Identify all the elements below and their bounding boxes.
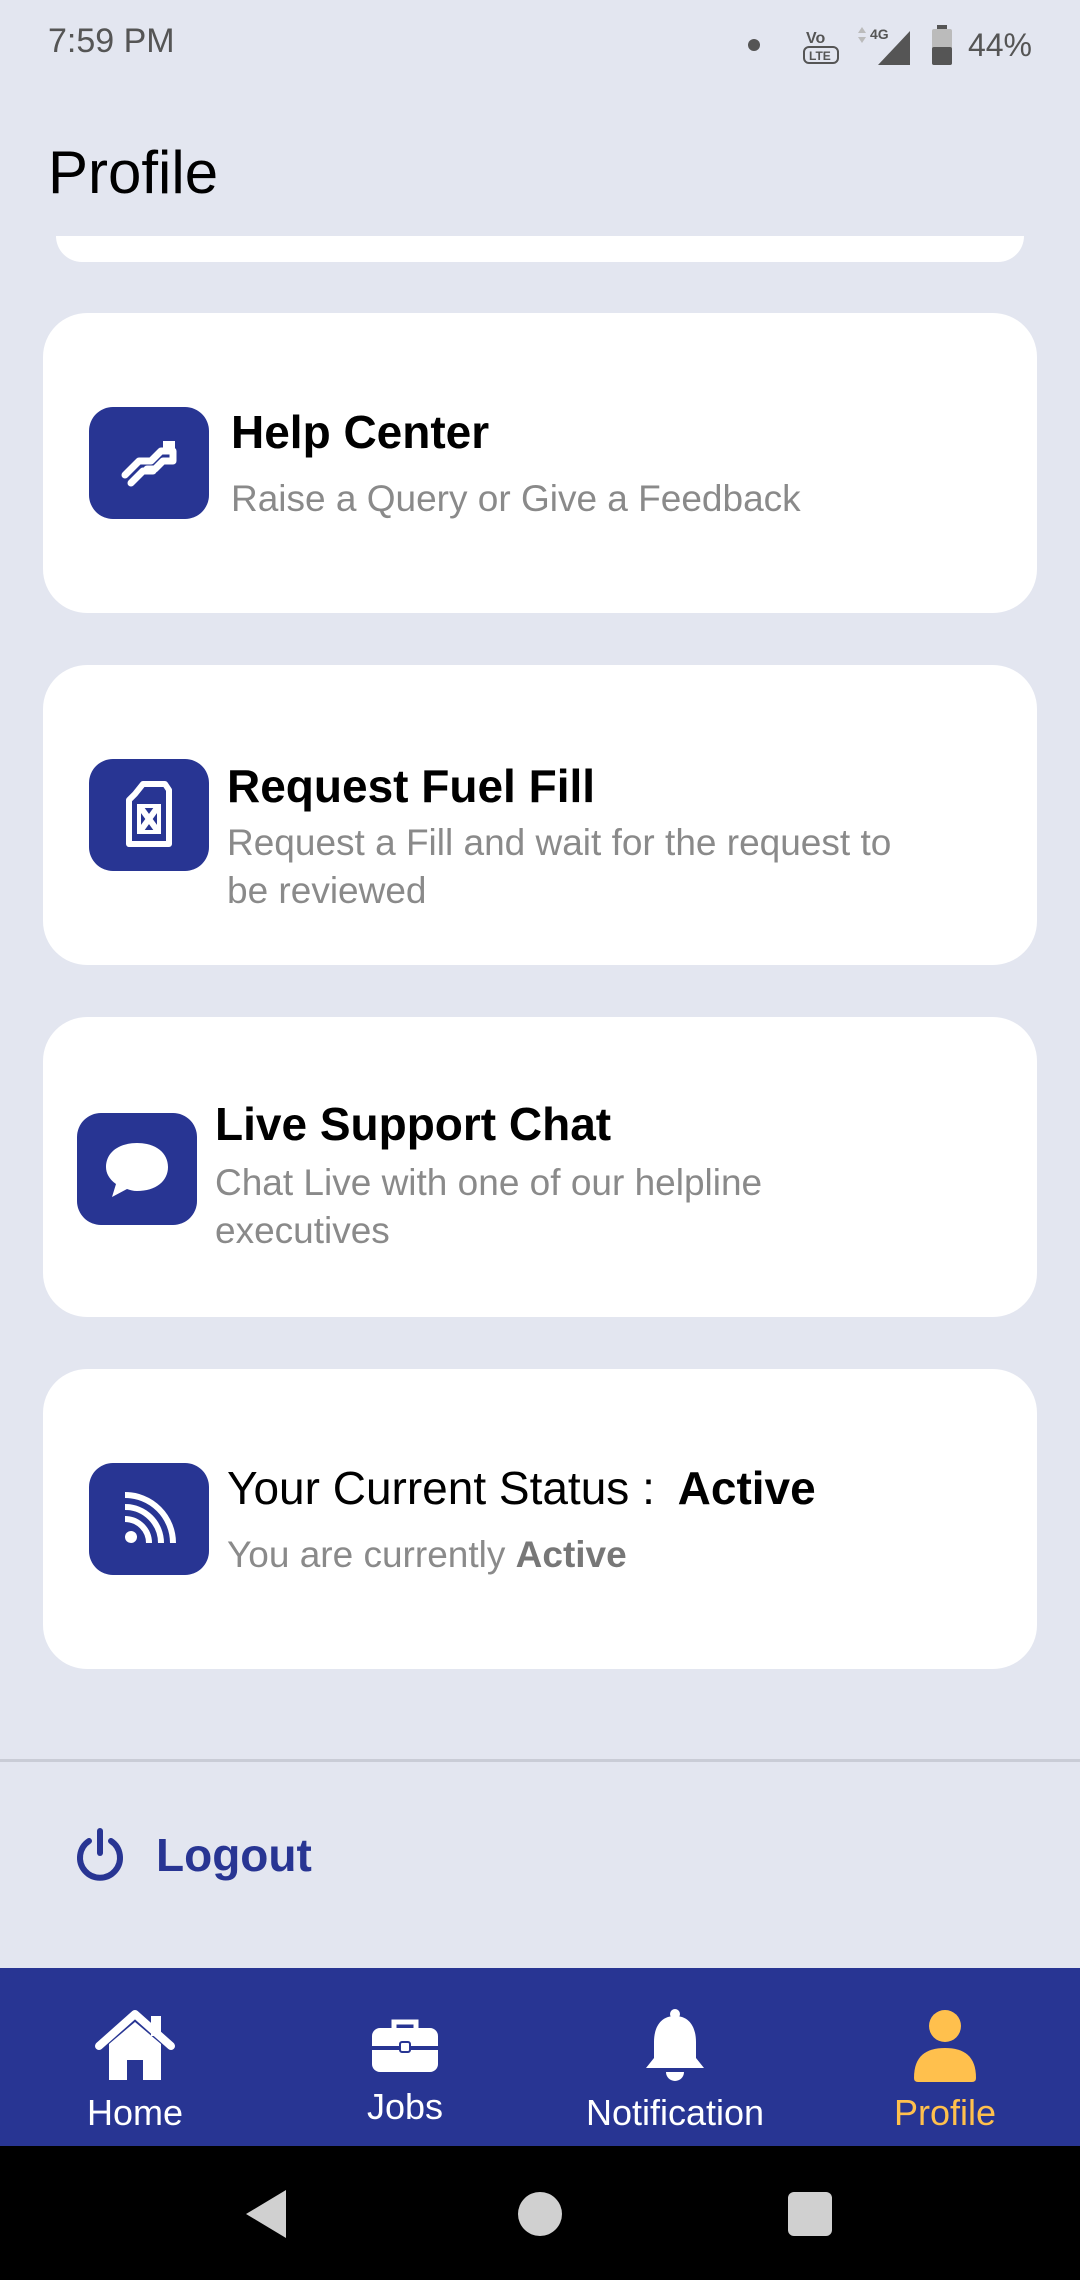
person-icon xyxy=(903,2004,987,2088)
signal-icon: 4G xyxy=(857,26,910,65)
nav-profile-label: Profile xyxy=(893,2092,997,2133)
request-fuel-fill-card[interactable]: Request Fuel Fill Request a Fill and wai… xyxy=(43,665,1037,965)
rss-icon xyxy=(89,1463,209,1575)
divider xyxy=(0,1759,1080,1762)
status-bar: 7:59 PM Vo LTE 4G 44% xyxy=(0,0,1080,90)
live-support-chat-title: Live Support Chat xyxy=(215,1098,612,1150)
current-status-card: Your Current Status : Active You are cur… xyxy=(43,1369,1037,1669)
previous-card-edge xyxy=(56,236,1024,262)
chat-bubble-icon xyxy=(77,1113,197,1225)
battery-percent: 44% xyxy=(967,26,1032,63)
handshake-icon xyxy=(89,407,209,519)
status-time: 7:59 PM xyxy=(48,22,175,60)
status-sub-prefix: You are currently xyxy=(227,1534,506,1575)
nav-notification[interactable]: Notification xyxy=(540,1968,810,2146)
status-title-value: Active xyxy=(677,1462,816,1514)
help-center-card[interactable]: Help Center Raise a Query or Give a Feed… xyxy=(43,313,1037,613)
help-center-title: Help Center xyxy=(231,406,490,458)
nav-jobs[interactable]: Jobs xyxy=(270,1968,540,2146)
notification-dot-icon xyxy=(747,39,760,51)
volte-icon: Vo LTE xyxy=(802,30,839,64)
svg-text:LTE: LTE xyxy=(809,49,831,63)
nav-profile[interactable]: Profile xyxy=(810,1968,1080,2146)
page-title: Profile xyxy=(48,139,219,206)
nav-home-label: Home xyxy=(86,2092,184,2133)
bottom-navigation: Home Jobs Notification Profile xyxy=(0,1968,1080,2146)
home-icon xyxy=(93,2004,177,2088)
live-support-chat-subtitle: Chat Live with one of our helpline execu… xyxy=(215,1162,763,1251)
logout-button[interactable]: Logout xyxy=(72,1820,312,1890)
status-icons: Vo LTE 4G 44% xyxy=(747,20,1032,70)
svg-text:4G: 4G xyxy=(870,26,889,42)
status-sub-value: Active xyxy=(515,1534,627,1575)
nav-home[interactable]: Home xyxy=(0,1968,270,2146)
system-navigation-bar xyxy=(0,2146,1080,2280)
recents-icon[interactable] xyxy=(782,2186,838,2242)
current-status-title: Your Current Status : Active xyxy=(227,1461,816,1515)
help-center-subtitle: Raise a Query or Give a Feedback xyxy=(231,478,801,519)
logout-label: Logout xyxy=(156,1829,312,1881)
request-fuel-fill-title: Request Fuel Fill xyxy=(227,760,596,812)
current-status-subtitle: You are currently Active xyxy=(227,1531,927,1579)
live-support-chat-card[interactable]: Live Support Chat Chat Live with one of … xyxy=(43,1017,1037,1317)
fuel-can-icon xyxy=(89,759,209,871)
status-title-prefix: Your Current Status : xyxy=(227,1462,655,1514)
home-circle-icon[interactable] xyxy=(512,2186,568,2242)
back-icon[interactable] xyxy=(240,2186,296,2242)
request-fuel-fill-subtitle: Request a Fill and wait for the request … xyxy=(227,822,892,911)
nav-notification-label: Notification xyxy=(585,2092,765,2133)
briefcase-icon xyxy=(363,2004,447,2088)
power-icon xyxy=(77,1828,123,1881)
bell-icon xyxy=(633,2004,717,2088)
svg-text:Vo: Vo xyxy=(806,30,825,47)
nav-jobs-label: Jobs xyxy=(366,2086,444,2127)
battery-icon xyxy=(931,25,952,65)
